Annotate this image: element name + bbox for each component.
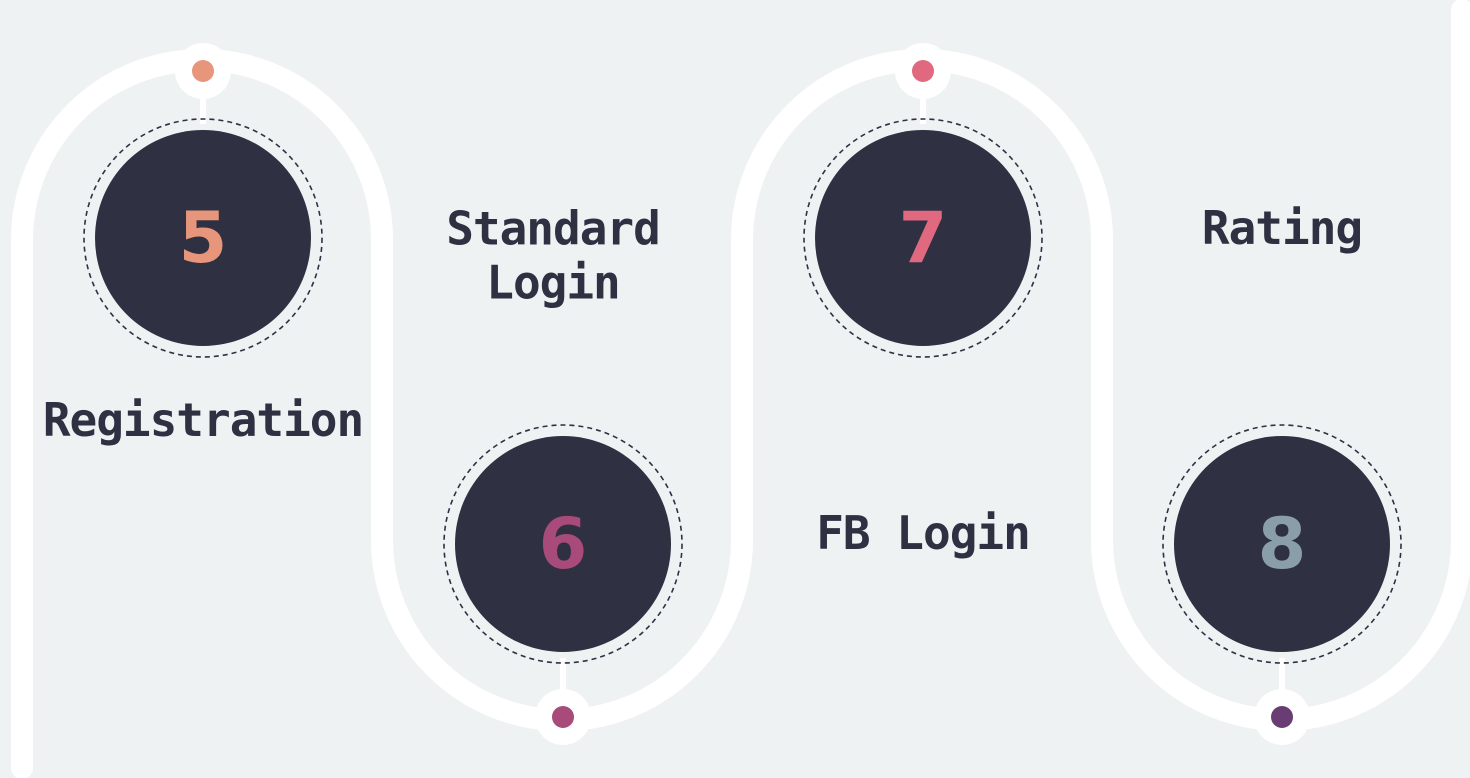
step-label-standard-login: Standard Login [446,201,661,310]
step-number: 7 [899,197,948,279]
step-number: 6 [539,503,588,585]
anchor-dot [192,60,214,82]
path-layer: 5 6 7 8 [10,0,1470,778]
step-number: 5 [179,197,228,279]
step-label-fb-login: FB Login [816,505,1031,560]
step-label-registration: Registration [42,392,364,447]
process-diagram: 5 6 7 8 Registration Standard Login FB L… [0,0,1470,778]
step-label-rating: Rating [1201,200,1363,255]
anchor-dot [1271,706,1293,728]
step-number: 8 [1258,503,1307,585]
anchor-dot [912,60,934,82]
anchor-dot [552,706,574,728]
